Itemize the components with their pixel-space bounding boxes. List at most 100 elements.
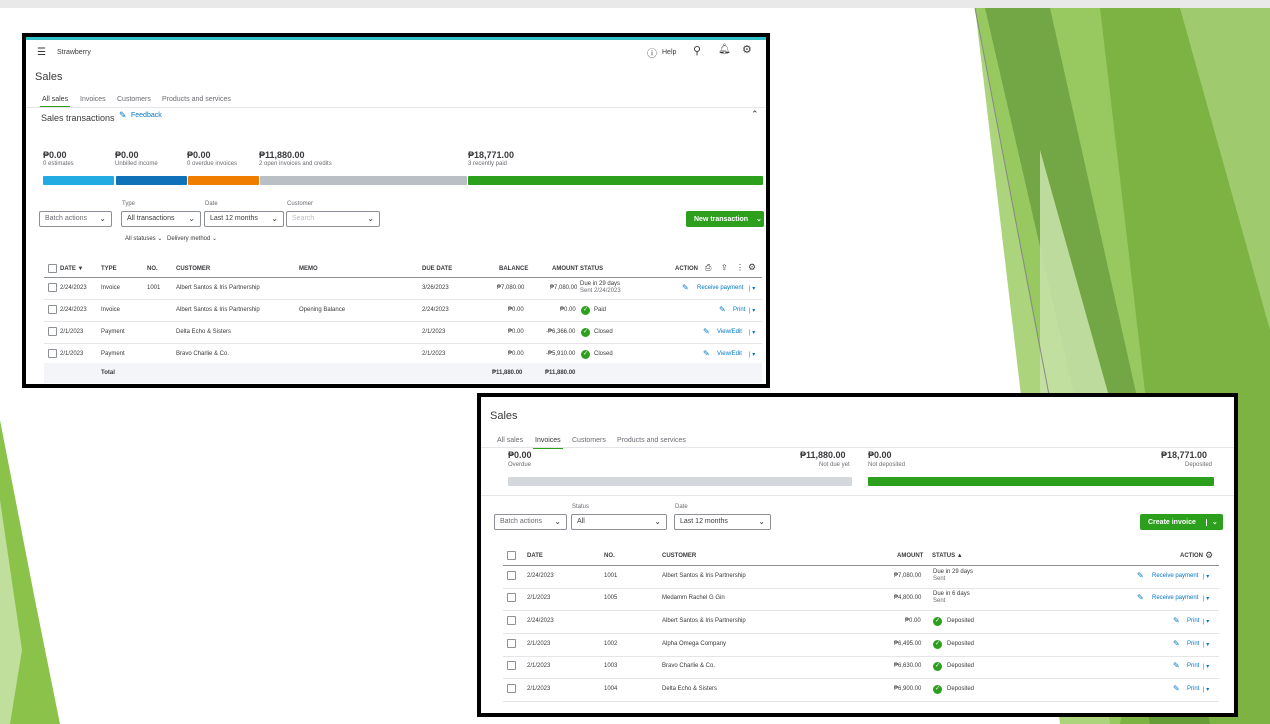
print-link[interactable]: Print bbox=[1187, 618, 1199, 624]
row-action-chevron-icon[interactable]: | ▾ bbox=[749, 285, 755, 292]
overdue-bar[interactable] bbox=[188, 176, 259, 185]
row-amount: ₱6,495.00 bbox=[894, 641, 922, 647]
col-due-date[interactable]: DUE DATE bbox=[422, 266, 452, 272]
select-all-checkbox[interactable] bbox=[48, 264, 57, 273]
col-status[interactable]: STATUS bbox=[580, 266, 603, 272]
tab-invoices[interactable]: Invoices bbox=[80, 96, 106, 103]
table-settings-gear-icon[interactable]: ⚙ bbox=[1205, 550, 1213, 561]
batch-actions-dropdown[interactable]: Batch actions ⌄ bbox=[39, 211, 112, 227]
col-customer[interactable]: CUSTOMER bbox=[176, 266, 210, 272]
receive-payment-link[interactable]: Receive payment bbox=[1152, 573, 1198, 579]
estimates-bar[interactable] bbox=[43, 176, 114, 185]
row-action-chevron-icon[interactable]: | ▾ bbox=[1203, 573, 1209, 580]
tab-customers[interactable]: Customers bbox=[117, 96, 151, 103]
feedback-link[interactable]: Feedback bbox=[131, 112, 162, 119]
row-action-chevron-icon[interactable]: | ▾ bbox=[749, 329, 755, 336]
recently-paid-label: 3 recently paid bbox=[468, 161, 508, 167]
row-action-chevron-icon[interactable]: | ▾ bbox=[749, 351, 755, 358]
table-settings-gear-icon[interactable]: ⚙ bbox=[748, 262, 756, 273]
deposited-bar[interactable] bbox=[868, 477, 1214, 486]
row-status: Closed bbox=[594, 329, 613, 335]
col-amount[interactable]: AMOUNT bbox=[552, 266, 578, 272]
row-due-date: 3/26/2023 bbox=[422, 285, 449, 291]
tab-products-and-services[interactable]: Products and services bbox=[162, 96, 231, 103]
row-checkbox[interactable] bbox=[507, 616, 516, 625]
row-checkbox[interactable] bbox=[507, 593, 516, 602]
open-invoices-bar[interactable] bbox=[260, 176, 467, 185]
chevron-down-icon: ⌄ bbox=[188, 214, 195, 223]
select-all-checkbox[interactable] bbox=[507, 551, 516, 560]
row-action-chevron-icon[interactable]: | ▾ bbox=[1203, 686, 1209, 693]
tab-products-and-services[interactable]: Products and services bbox=[617, 437, 686, 444]
col-customer[interactable]: CUSTOMER bbox=[662, 553, 696, 559]
row-action-chevron-icon[interactable]: | ▾ bbox=[1203, 641, 1209, 648]
unbilled-bar[interactable] bbox=[116, 176, 187, 185]
col-date[interactable]: DATE ▼ bbox=[60, 266, 84, 272]
receive-payment-link[interactable]: Receive payment bbox=[1152, 595, 1198, 601]
row-action-chevron-icon[interactable]: | ▾ bbox=[1203, 663, 1209, 670]
delivery-method-filter[interactable]: Delivery method ⌄ bbox=[167, 235, 217, 242]
unpaid-bar[interactable] bbox=[508, 477, 852, 486]
row-checkbox[interactable] bbox=[48, 349, 57, 358]
view-edit-link[interactable]: View/Edit bbox=[717, 351, 742, 357]
create-invoice-button[interactable]: Create invoice ⌄ bbox=[1140, 514, 1223, 530]
print-link[interactable]: Print bbox=[733, 307, 745, 313]
col-type[interactable]: TYPE bbox=[101, 266, 117, 272]
bell-icon[interactable]: 🔔︎ bbox=[718, 44, 731, 55]
col-memo[interactable]: MEMO bbox=[299, 266, 318, 272]
col-no[interactable]: NO. bbox=[147, 266, 158, 272]
date-select[interactable]: Last 12 months ⌄ bbox=[674, 514, 771, 530]
type-select[interactable]: All transactions ⌄ bbox=[121, 211, 201, 227]
col-status[interactable]: STATUS ▲ bbox=[932, 553, 963, 559]
gear-icon[interactable]: ⚙ bbox=[742, 43, 752, 56]
row-status: Closed bbox=[594, 351, 613, 357]
pencil-icon: ✎ bbox=[1173, 639, 1180, 648]
new-transaction-button[interactable]: New transaction ⌄ bbox=[686, 211, 764, 227]
batch-actions-dropdown[interactable]: Batch actions ⌄ bbox=[494, 514, 567, 530]
pencil-icon: ✎ bbox=[1173, 616, 1180, 625]
status-select[interactable]: All ⌄ bbox=[571, 514, 667, 530]
row-action-chevron-icon[interactable]: | ▾ bbox=[1203, 618, 1209, 625]
col-action: ACTION bbox=[1180, 553, 1203, 559]
view-edit-link[interactable]: View/Edit bbox=[717, 329, 742, 335]
tab-customers[interactable]: Customers bbox=[572, 437, 606, 444]
collapse-chevron-icon[interactable]: ⌃ bbox=[751, 109, 759, 120]
print-link[interactable]: Print bbox=[1187, 663, 1199, 669]
search-icon[interactable]: ⚲ bbox=[693, 44, 701, 57]
customer-search-input[interactable]: Search ⌄ bbox=[286, 211, 380, 227]
receive-payment-link[interactable]: Receive payment bbox=[697, 285, 743, 291]
row-balance: ₱7,080.00 bbox=[497, 285, 525, 291]
row-date: 2/1/2023 bbox=[60, 351, 84, 357]
row-checkbox[interactable] bbox=[48, 283, 57, 292]
help-link[interactable]: Help bbox=[662, 49, 676, 56]
tab-all-sales[interactable]: All sales bbox=[39, 96, 71, 108]
feedback-icon[interactable]: ✎ bbox=[119, 110, 127, 121]
check-circle-icon: ✓ bbox=[933, 640, 942, 649]
print-link[interactable]: Print bbox=[1187, 641, 1199, 647]
row-checkbox[interactable] bbox=[507, 639, 516, 648]
row-action-chevron-icon[interactable]: | ▾ bbox=[749, 307, 755, 314]
col-balance[interactable]: BALANCE bbox=[499, 266, 528, 272]
customer-search-placeholder: Search bbox=[292, 215, 315, 222]
row-action-chevron-icon[interactable]: | ▾ bbox=[1203, 595, 1209, 602]
col-no[interactable]: NO. bbox=[604, 553, 615, 559]
tab-invoices[interactable]: Invoices bbox=[533, 437, 563, 449]
help-icon[interactable]: ⓘ bbox=[647, 45, 657, 60]
col-date[interactable]: DATE bbox=[527, 553, 543, 559]
date-select[interactable]: Last 12 months ⌄ bbox=[204, 211, 284, 227]
print-icon[interactable]: ⎙ bbox=[705, 263, 711, 273]
tab-all-sales[interactable]: All sales bbox=[497, 437, 523, 444]
col-amount[interactable]: AMOUNT bbox=[897, 553, 923, 559]
menu-icon[interactable]: ☰ bbox=[37, 47, 46, 58]
all-statuses-filter[interactable]: All statuses ⌄ bbox=[125, 235, 162, 242]
recently-paid-bar[interactable] bbox=[468, 176, 763, 185]
row-checkbox[interactable] bbox=[507, 571, 516, 580]
row-status: Paid bbox=[594, 307, 607, 313]
export-icon[interactable]: ⇪ bbox=[721, 263, 728, 272]
row-checkbox[interactable] bbox=[507, 661, 516, 670]
print-link[interactable]: Print bbox=[1187, 686, 1199, 692]
more-icon[interactable]: ⋮ bbox=[736, 263, 744, 272]
row-checkbox[interactable] bbox=[48, 305, 57, 314]
row-checkbox[interactable] bbox=[48, 327, 57, 336]
row-checkbox[interactable] bbox=[507, 684, 516, 693]
